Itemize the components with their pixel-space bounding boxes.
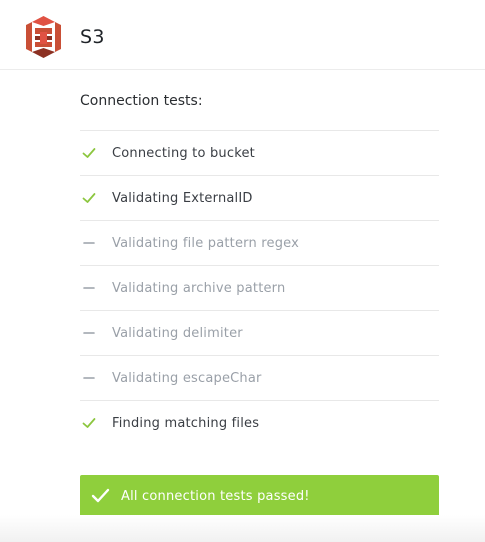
header: S3 <box>0 0 485 70</box>
test-item-finding-matching-files: Finding matching files <box>80 401 439 446</box>
test-label: Connecting to bucket <box>112 146 255 161</box>
test-label: Validating escapeChar <box>112 371 262 386</box>
test-item-validating-archive-pattern: Validating archive pattern <box>80 266 439 311</box>
check-icon <box>82 418 96 428</box>
dash-icon <box>83 377 95 379</box>
test-label: Validating file pattern regex <box>112 236 300 251</box>
dash-icon <box>83 242 95 244</box>
test-label: Finding matching files <box>112 416 260 431</box>
test-item-validating-delimiter: Validating delimiter <box>80 311 439 356</box>
check-icon <box>82 148 96 158</box>
check-icon <box>91 488 110 503</box>
dash-icon <box>83 332 95 334</box>
connection-test-list: Connecting to bucket Validating External… <box>80 130 439 446</box>
dash-icon <box>83 287 95 289</box>
test-item-connecting-to-bucket: Connecting to bucket <box>80 131 439 176</box>
test-label: Validating ExternalID <box>112 191 253 206</box>
test-item-validating-file-pattern-regex: Validating file pattern regex <box>80 221 439 266</box>
section-title: Connection tests: <box>80 93 203 109</box>
aws-s3-logo-icon <box>26 16 61 58</box>
success-banner-text: All connection tests passed! <box>121 489 310 504</box>
test-item-validating-externalid: Validating ExternalID <box>80 176 439 221</box>
check-icon <box>82 193 96 203</box>
test-label: Validating delimiter <box>112 326 243 341</box>
test-item-validating-escapechar: Validating escapeChar <box>80 356 439 401</box>
bottom-shade <box>0 515 485 542</box>
test-label: Validating archive pattern <box>112 281 286 296</box>
app-title: S3 <box>80 26 105 48</box>
success-banner: All connection tests passed! <box>80 475 439 517</box>
